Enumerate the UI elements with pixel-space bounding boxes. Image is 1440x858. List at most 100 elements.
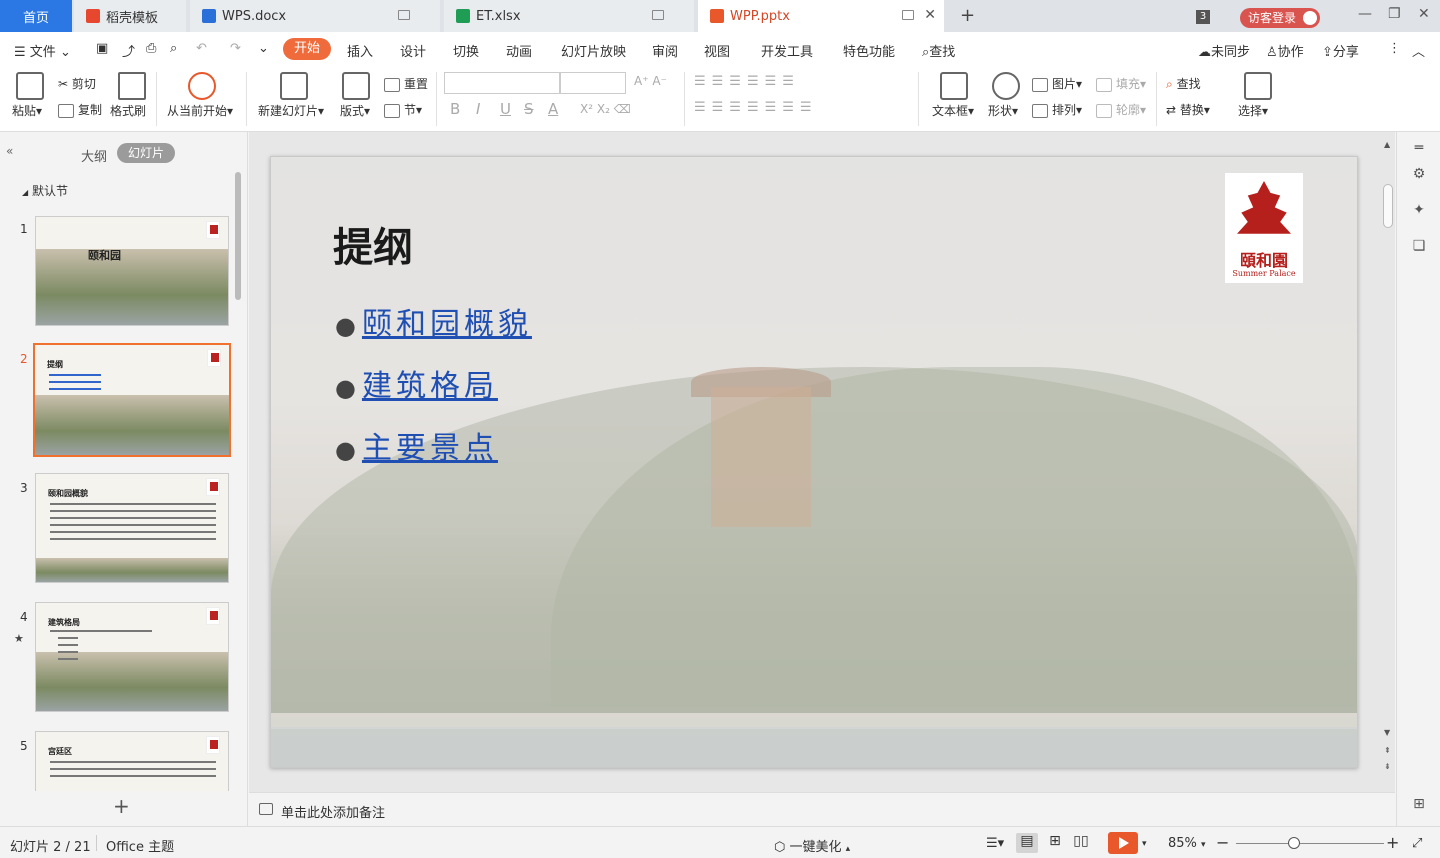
more-icon[interactable]: ⋮	[1388, 41, 1401, 56]
arrange-button[interactable]: 排列▾	[1032, 101, 1082, 118]
new-slide-button[interactable]: 新建幻灯片▾	[258, 102, 324, 119]
layout-button[interactable]: 版式▾	[340, 102, 370, 119]
format-painter-button[interactable]: 格式刷	[110, 102, 146, 119]
layers-icon[interactable]: ❏	[1410, 238, 1428, 256]
thumbnail-scrollbar[interactable]	[235, 172, 241, 300]
current-slide[interactable]: 提纲 ●颐和园概貌 ●建筑格局 ●主要景点 頤和園 Summer Palace	[270, 156, 1358, 768]
tab-xlsx[interactable]: ET.xlsx	[444, 0, 694, 32]
close-window-icon[interactable]: ✕	[1418, 6, 1430, 22]
collab-button[interactable]: ♙协作	[1266, 41, 1304, 60]
close-tab-icon[interactable]: ✕	[924, 7, 936, 23]
sorter-view-icon[interactable]: ⊞	[1044, 833, 1066, 853]
shape-icon[interactable]	[992, 72, 1020, 100]
tab-developer[interactable]: 开发工具	[761, 41, 813, 60]
fill-button[interactable]: 填充▾	[1096, 75, 1146, 92]
beautify-button[interactable]: ⬡ 一键美化 ▴	[774, 836, 850, 855]
quick-access-dropdown-icon[interactable]: ⌄	[258, 41, 269, 56]
tab-start[interactable]: 开始	[283, 38, 331, 60]
tab-outline[interactable]: 大纲	[81, 146, 107, 165]
reset-button[interactable]: 重置	[384, 75, 428, 92]
new-slide-icon[interactable]	[280, 72, 308, 100]
settings-sliders-icon[interactable]: ⚙	[1410, 166, 1428, 184]
tab-review[interactable]: 审阅	[652, 41, 678, 60]
slide-thumbnail-2[interactable]: 提纲	[33, 343, 231, 457]
collapse-ribbon-icon[interactable]: ︿	[1412, 41, 1425, 60]
find-button[interactable]: ⌕ 查找	[1166, 75, 1201, 92]
tab-transition[interactable]: 切换	[453, 41, 479, 60]
new-tab-icon[interactable]: +	[960, 5, 975, 26]
bullet-link-1[interactable]: ●颐和园概貌	[335, 299, 532, 343]
zoom-slider[interactable]	[1236, 843, 1384, 844]
italic-button[interactable]: I	[476, 100, 480, 118]
slideshow-play-button[interactable]	[1108, 832, 1138, 854]
prev-slide-icon[interactable]: ⇞	[1384, 746, 1391, 755]
play-dropdown-icon[interactable]: ▾	[1142, 839, 1147, 849]
from-current-button[interactable]: 从当前开始▾	[167, 102, 233, 119]
grid-view-icon[interactable]: ⊞	[1410, 796, 1428, 814]
tab-slides[interactable]: 幻灯片	[117, 143, 175, 163]
paste-icon[interactable]	[16, 72, 44, 100]
search-button[interactable]: ⌕查找	[922, 41, 955, 60]
notes-toggle-icon[interactable]: ☰▾	[986, 836, 1004, 851]
export-icon[interactable]: ⤴	[122, 41, 135, 60]
tab-features[interactable]: 特色功能	[843, 41, 895, 60]
section-header[interactable]: ◢ 默认节	[22, 182, 68, 199]
layout-icon[interactable]	[342, 72, 370, 100]
tab-docx[interactable]: WPS.docx	[190, 0, 440, 32]
superscript-icon[interactable]: X² X₂ ⌫	[580, 102, 631, 116]
zoom-slider-handle[interactable]	[1288, 837, 1300, 849]
slide-thumbnail-5[interactable]: 宫廷区	[35, 731, 229, 791]
add-slide-button[interactable]: +	[113, 794, 130, 818]
theme-name[interactable]: Office 主题	[106, 836, 174, 855]
scroll-thumb[interactable]	[1383, 184, 1393, 228]
replace-button[interactable]: ⇄ 替换▾	[1166, 101, 1210, 118]
screen-icon[interactable]	[652, 10, 664, 20]
slide-thumbnail-3[interactable]: 颐和园概貌	[35, 473, 229, 583]
menu-lines-icon[interactable]: ═	[1410, 140, 1428, 158]
tab-view[interactable]: 视图	[704, 41, 730, 60]
bold-button[interactable]: B	[450, 100, 460, 118]
font-size-select[interactable]	[560, 72, 626, 94]
play-icon[interactable]	[188, 72, 216, 100]
tab-count-badge[interactable]: 3	[1196, 10, 1210, 24]
zoom-in-icon[interactable]: +	[1386, 833, 1399, 852]
share-button[interactable]: ⇪分享	[1322, 41, 1359, 60]
bullet-link-3[interactable]: ●主要景点	[335, 423, 498, 467]
fit-window-icon[interactable]: ⤢	[1412, 836, 1422, 851]
screen-icon[interactable]	[398, 10, 410, 20]
copy-button[interactable]: 复制	[58, 101, 102, 118]
cut-button[interactable]: ✂ 剪切	[58, 75, 96, 92]
file-menu[interactable]: ☰ 文件 ⌄	[14, 41, 71, 60]
undo-icon[interactable]: ↶	[196, 41, 207, 56]
zoom-out-icon[interactable]: −	[1216, 833, 1229, 852]
restore-icon[interactable]: ❐	[1388, 6, 1401, 22]
picture-button[interactable]: 图片▾	[1032, 75, 1082, 92]
bullet-link-2[interactable]: ●建筑格局	[335, 361, 498, 405]
sync-button[interactable]: ☁未同步	[1198, 41, 1250, 60]
vertical-scrollbar[interactable]: ▲ ▼ ⇞ ⇟	[1382, 140, 1394, 780]
paste-button[interactable]: 粘贴▾	[12, 102, 42, 119]
tab-animation[interactable]: 动画	[506, 41, 532, 60]
slide-thumbnail-4[interactable]: 建筑格局	[35, 602, 229, 712]
select-icon[interactable]	[1244, 72, 1272, 100]
shape-button[interactable]: 形状▾	[988, 102, 1018, 119]
redo-icon[interactable]: ↷	[230, 41, 241, 56]
save-icon[interactable]: ▣	[96, 41, 108, 56]
scroll-up-icon[interactable]: ▲	[1384, 140, 1390, 149]
textbox-button[interactable]: 文本框▾	[932, 102, 974, 119]
slide-thumbnail-1[interactable]: 颐和园	[35, 216, 229, 326]
screen-icon[interactable]	[902, 10, 914, 20]
outline-button[interactable]: 轮廓▾	[1096, 101, 1146, 118]
section-button[interactable]: 节▾	[384, 101, 422, 118]
tab-insert[interactable]: 插入	[347, 41, 373, 60]
strike-button[interactable]: S	[524, 100, 534, 118]
magic-icon[interactable]: ✦	[1410, 202, 1428, 220]
tab-template[interactable]: 稻壳模板	[74, 0, 186, 32]
underline-button[interactable]: U	[500, 100, 511, 118]
format-painter-icon[interactable]	[118, 72, 146, 100]
minimize-icon[interactable]: —	[1358, 6, 1372, 22]
notes-bar[interactable]: 单击此处添加备注	[249, 792, 1395, 826]
print-icon[interactable]: ⎙	[146, 41, 156, 56]
select-button[interactable]: 选择▾	[1238, 102, 1268, 119]
textbox-icon[interactable]	[940, 72, 968, 100]
